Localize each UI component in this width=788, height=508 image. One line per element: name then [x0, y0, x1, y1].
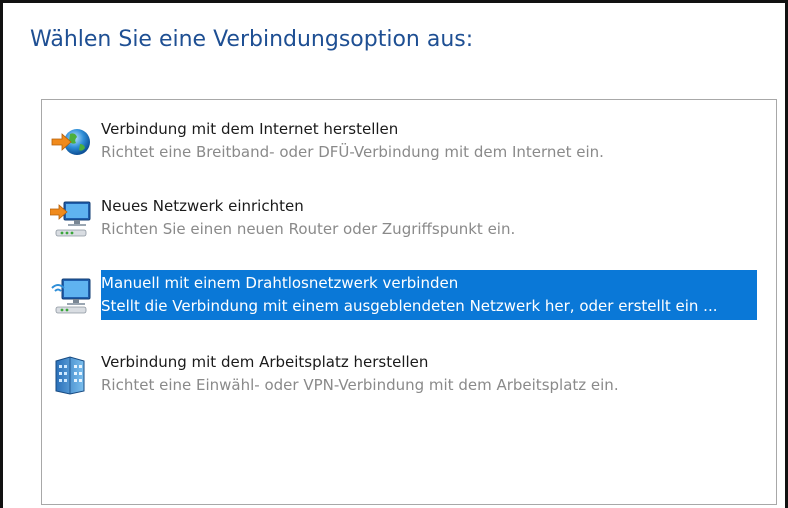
connection-options-list[interactable]: Verbindung mit dem Internet herstellen R… [41, 99, 777, 505]
option-new-network[interactable]: Neues Netzwerk einrichten Richten Sie ei… [48, 193, 770, 243]
option-description: Stellt die Verbindung mit einem ausgeble… [101, 297, 718, 315]
option-internet[interactable]: Verbindung mit dem Internet herstellen R… [48, 116, 770, 166]
option-title: Manuell mit einem Drahtlosnetzwerk verbi… [101, 274, 459, 292]
option-title: Verbindung mit dem Internet herstellen [101, 120, 399, 138]
option-title: Neues Netzwerk einrichten [101, 197, 304, 215]
option-workplace[interactable]: Verbindung mit dem Arbeitsplatz herstell… [48, 349, 770, 399]
workplace-icon [55, 356, 85, 395]
option-description: Richten Sie einen neuen Router oder Zugr… [101, 220, 516, 238]
network-setup-icon [50, 201, 91, 237]
globe-arrow-icon [51, 129, 90, 155]
page-title: Wählen Sie eine Verbindungsoption aus: [30, 27, 474, 52]
option-description: Richtet eine Einwähl- oder VPN-Verbindun… [101, 376, 619, 394]
option-title: Verbindung mit dem Arbeitsplatz herstell… [101, 353, 429, 371]
option-wireless-manual[interactable]: Manuell mit einem Drahtlosnetzwerk verbi… [48, 270, 770, 320]
dialog-frame: Wählen Sie eine Verbindungsoption aus: V… [0, 0, 788, 508]
wireless-network-icon [51, 278, 91, 314]
option-description: Richtet eine Breitband- oder DFÜ-Verbind… [101, 143, 604, 161]
